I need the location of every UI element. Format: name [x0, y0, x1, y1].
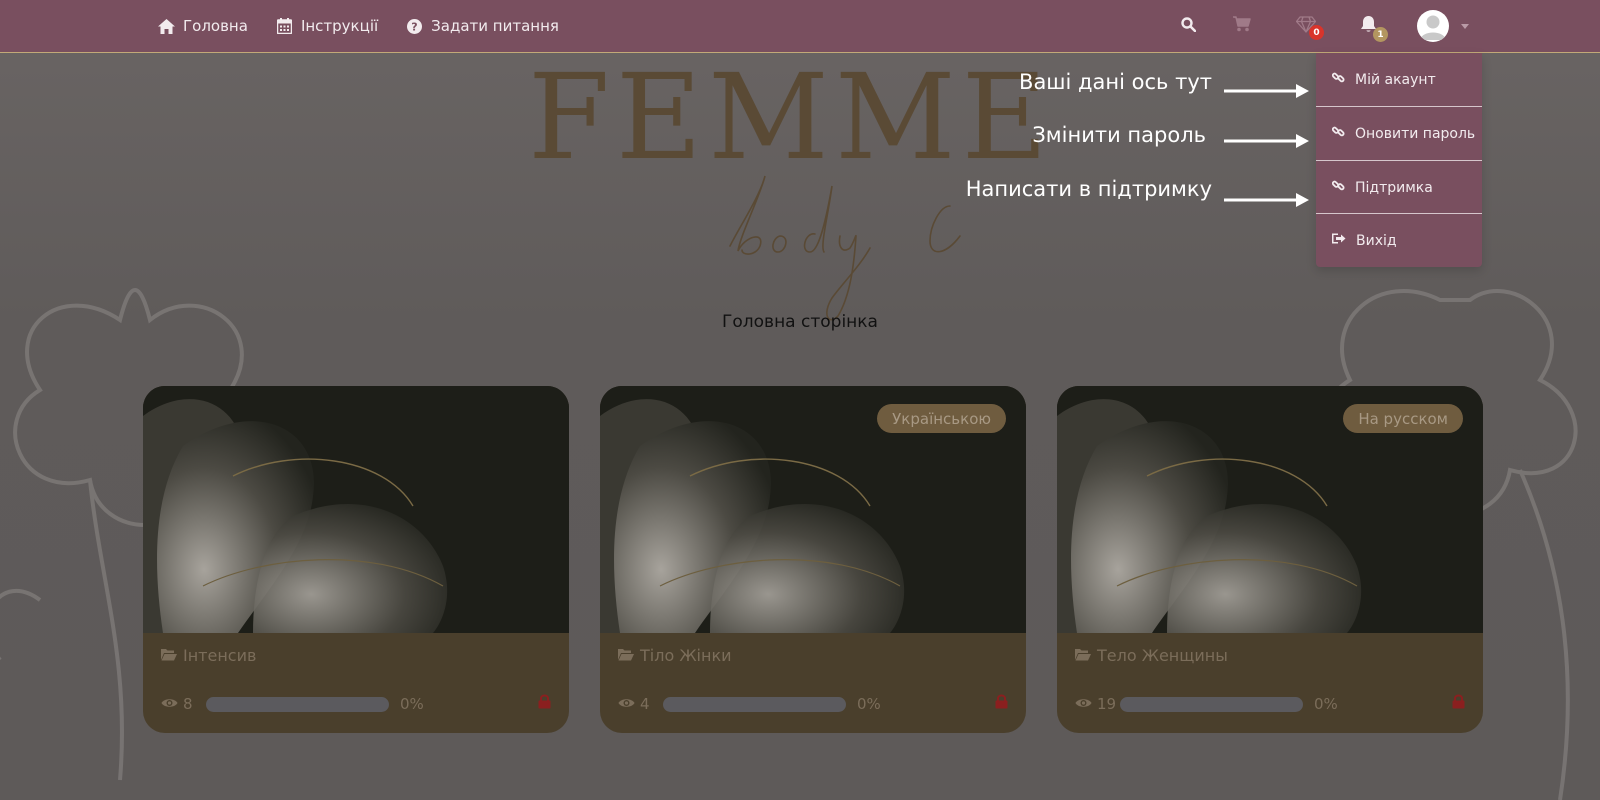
- cart-icon: [1233, 16, 1251, 36]
- language-badge: Українською: [877, 404, 1006, 433]
- logo-wordmark: FEMME: [528, 48, 1054, 186]
- course-card-body: Інтенсив 8 0%: [143, 633, 569, 733]
- folder-open-icon: [1075, 646, 1091, 665]
- eye-icon: [618, 695, 635, 713]
- arrow-right-icon: [1224, 134, 1309, 148]
- course-card-body: Тіло Жінки 4 0%: [600, 633, 1026, 733]
- dropdown-logout-label: Вихід: [1356, 232, 1397, 249]
- lock-icon: [995, 694, 1008, 713]
- folder-open-icon: [161, 646, 177, 665]
- lock-icon: [538, 694, 551, 713]
- course-card[interactable]: Інтенсив 8 0%: [143, 386, 569, 733]
- eye-icon: [1075, 695, 1092, 713]
- sign-out-icon: [1332, 232, 1346, 249]
- course-title: Тело Женщины: [1075, 646, 1228, 665]
- folder-open-icon: [618, 646, 634, 665]
- course-title: Інтенсив: [161, 646, 256, 665]
- views-number: 4: [640, 695, 650, 713]
- course-stats: 4 0%: [618, 694, 1008, 714]
- dropdown-password-label: Оновити пароль: [1355, 125, 1476, 142]
- arrow-right-icon: [1224, 193, 1309, 207]
- views-number: 19: [1097, 695, 1117, 713]
- search-button[interactable]: [1176, 0, 1200, 52]
- progress-percent: 0%: [857, 695, 881, 713]
- page-title: Головна сторінка: [722, 312, 878, 332]
- brand-logo: FEMME: [520, 56, 1048, 321]
- eye-icon: [161, 695, 178, 713]
- user-dropdown-menu: Мій акаунт Оновити пароль Підтримка Вихі…: [1316, 53, 1482, 267]
- course-card-body: Тело Женщины 19 0%: [1057, 633, 1483, 733]
- course-cover-image: На русском: [1057, 386, 1483, 633]
- course-title-text: Тело Женщины: [1097, 646, 1228, 665]
- dropdown-account-label: Мій акаунт: [1355, 71, 1436, 88]
- course-title-text: Інтенсив: [183, 646, 257, 665]
- course-cover-image: Українською: [600, 386, 1026, 633]
- course-title-text: Тіло Жінки: [640, 646, 732, 665]
- progress-percent: 0%: [1314, 695, 1338, 713]
- course-card[interactable]: На русском Тело Женщины 19 0%: [1057, 386, 1483, 733]
- nav-actions: 0 1: [0, 0, 1600, 52]
- annotation-account: Ваші дані ось тут: [1019, 70, 1212, 94]
- course-stats: 8 0%: [161, 694, 551, 714]
- views-count: 4: [618, 695, 663, 713]
- link-icon: [1331, 125, 1345, 142]
- course-title: Тіло Жінки: [618, 646, 732, 665]
- progress-bar: [663, 696, 846, 712]
- dropdown-logout[interactable]: Вихід: [1316, 214, 1482, 267]
- dropdown-support[interactable]: Підтримка: [1316, 161, 1482, 214]
- views-count: 19: [1075, 695, 1120, 713]
- annotation-password: Змінити пароль: [1032, 123, 1206, 147]
- views-count: 8: [161, 695, 206, 713]
- course-cover-image: [143, 386, 569, 633]
- top-navbar: Головна Інструкції ? Задати питання 0 1: [0, 0, 1600, 53]
- link-icon: [1331, 179, 1345, 196]
- course-card[interactable]: Українською Тіло Жінки 4 0%: [600, 386, 1026, 733]
- dropdown-account[interactable]: Мій акаунт: [1316, 53, 1482, 106]
- dropdown-password[interactable]: Оновити пароль: [1316, 107, 1482, 160]
- logo-script-graphic: [729, 175, 961, 321]
- annotation-support: Написати в підтримку: [965, 177, 1212, 201]
- gems-badge: 0: [1309, 25, 1324, 40]
- course-stats: 19 0%: [1075, 694, 1465, 714]
- user-menu-toggle[interactable]: [1413, 0, 1473, 52]
- views-number: 8: [183, 695, 193, 713]
- avatar: [1417, 10, 1449, 42]
- cart-button[interactable]: [1229, 0, 1255, 52]
- link-icon: [1331, 71, 1345, 88]
- gems-button[interactable]: 0: [1293, 0, 1324, 52]
- notifications-button[interactable]: 1: [1355, 0, 1388, 52]
- lock-icon: [1452, 694, 1465, 713]
- language-badge: На русском: [1343, 404, 1463, 433]
- search-icon: [1180, 16, 1196, 36]
- progress-bar: [206, 696, 389, 712]
- notifications-badge: 1: [1373, 27, 1388, 42]
- progress-percent: 0%: [400, 695, 424, 713]
- chevron-down-icon: [1461, 23, 1469, 29]
- progress-bar: [1120, 696, 1303, 712]
- dropdown-support-label: Підтримка: [1355, 179, 1433, 196]
- arrow-right-icon: [1224, 84, 1309, 98]
